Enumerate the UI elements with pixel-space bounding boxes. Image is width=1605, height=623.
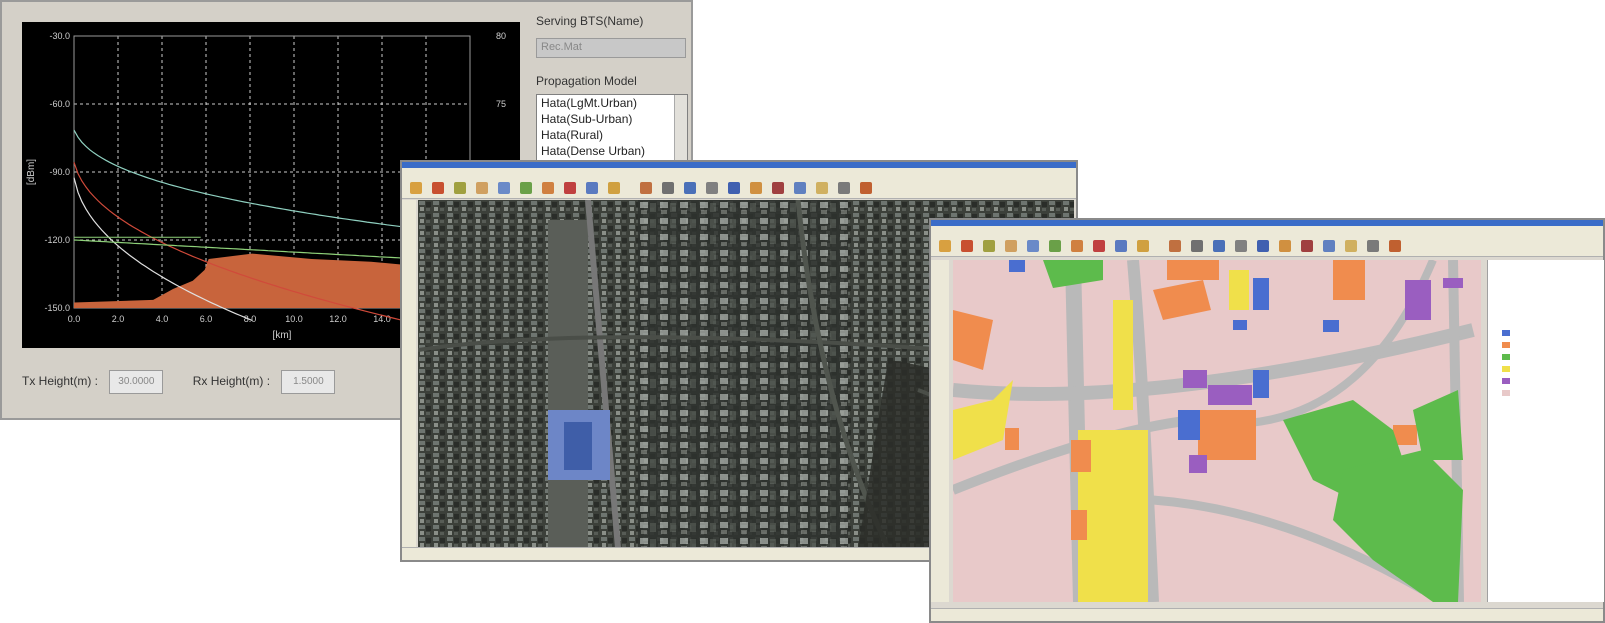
tool-icon[interactable] xyxy=(608,182,620,194)
tool-icon[interactable] xyxy=(542,182,554,194)
legend-swatch xyxy=(1502,330,1510,336)
open-icon[interactable] xyxy=(410,182,422,194)
tool-icon[interactable] xyxy=(1367,240,1379,252)
legend-swatch xyxy=(1502,378,1510,384)
open-icon[interactable] xyxy=(939,240,951,252)
legend-swatch xyxy=(1502,354,1510,360)
x-tick-label: 4.0 xyxy=(156,314,169,324)
tool-icon[interactable] xyxy=(684,182,696,194)
tool-icon[interactable] xyxy=(816,182,828,194)
tool-icon[interactable] xyxy=(772,182,784,194)
right-panel: Serving BTS(Name) Rec.Mat Propagation Mo… xyxy=(536,14,686,88)
tool-icon[interactable] xyxy=(1005,240,1017,252)
y2-tick-label: 75 xyxy=(496,99,506,109)
x-tick-label: 10.0 xyxy=(285,314,303,324)
tool-icon[interactable] xyxy=(564,182,576,194)
tool-icon[interactable] xyxy=(476,182,488,194)
menu-bar[interactable] xyxy=(402,168,1076,178)
tool-icon[interactable] xyxy=(794,182,806,194)
x-tick-label: 12.0 xyxy=(329,314,347,324)
list-scrollbar[interactable] xyxy=(674,95,687,163)
y-tick-label: -150.0 xyxy=(44,303,70,313)
list-item[interactable]: Hata(LgMt.Urban) xyxy=(537,95,687,111)
height-row: Tx Height(m) : 30.0000 Rx Height(m) : 1.… xyxy=(22,370,361,394)
tool-icon[interactable] xyxy=(1213,240,1225,252)
tool-icon[interactable] xyxy=(1279,240,1291,252)
tool-icon[interactable] xyxy=(1345,240,1357,252)
tx-height-label: Tx Height(m) : xyxy=(22,374,99,389)
list-item[interactable]: Hata(Dense Urban) xyxy=(537,143,687,159)
tool-icon[interactable] xyxy=(1115,240,1127,252)
y-tick-label: -30.0 xyxy=(49,31,70,41)
tool-icon[interactable] xyxy=(640,182,652,194)
landuse-svg xyxy=(953,260,1481,602)
tx-height-field[interactable]: 30.0000 xyxy=(109,370,164,394)
x-tick-label: 6.0 xyxy=(200,314,213,324)
tool-icon[interactable] xyxy=(860,182,872,194)
tool-icon[interactable] xyxy=(1049,240,1061,252)
tool-icon[interactable] xyxy=(1027,240,1039,252)
tool-icon[interactable] xyxy=(1137,240,1149,252)
y-axis-label: [dBm] xyxy=(26,159,37,185)
tool-icon[interactable] xyxy=(520,182,532,194)
landuse-window xyxy=(929,218,1605,623)
tool-icon[interactable] xyxy=(728,182,740,194)
y-tick-label: -60.0 xyxy=(49,99,70,109)
rx-height-label: Rx Height(m) : xyxy=(192,374,271,389)
tool-icon[interactable] xyxy=(498,182,510,194)
tool-icon[interactable] xyxy=(1071,240,1083,252)
tool-icon[interactable] xyxy=(586,182,598,194)
side-toolbar xyxy=(931,260,949,602)
toolbar xyxy=(402,178,1076,199)
tool-icon[interactable] xyxy=(838,182,850,194)
y-tick-label: -120.0 xyxy=(44,235,70,245)
toolbar xyxy=(931,236,1603,257)
tool-icon[interactable] xyxy=(961,240,973,252)
tool-icon[interactable] xyxy=(1169,240,1181,252)
x-tick-label: 0.0 xyxy=(68,314,81,324)
layer-legend[interactable] xyxy=(1487,260,1604,602)
legend-swatch xyxy=(1502,390,1510,396)
rx-height-field[interactable]: 1.5000 xyxy=(281,370,336,394)
y-tick-label: -90.0 xyxy=(49,167,70,177)
tool-icon[interactable] xyxy=(1093,240,1105,252)
tool-icon[interactable] xyxy=(1323,240,1335,252)
serving-bts-label: Serving BTS(Name) xyxy=(536,14,644,28)
tool-icon[interactable] xyxy=(1191,240,1203,252)
tool-icon[interactable] xyxy=(706,182,718,194)
list-item[interactable]: Hata(Rural) xyxy=(537,127,687,143)
propagation-model-list[interactable]: Hata(LgMt.Urban) Hata(Sub-Urban) Hata(Ru… xyxy=(536,94,688,164)
tool-icon[interactable] xyxy=(983,240,995,252)
legend-swatch xyxy=(1502,342,1510,348)
tool-icon[interactable] xyxy=(432,182,444,194)
y2-tick-label: 80 xyxy=(496,31,506,41)
menu-bar[interactable] xyxy=(931,226,1603,236)
tool-icon[interactable] xyxy=(662,182,674,194)
list-item[interactable]: Hata(Sub-Urban) xyxy=(537,111,687,127)
side-toolbar xyxy=(402,200,416,548)
tool-icon[interactable] xyxy=(1389,240,1401,252)
propagation-model-label: Propagation Model xyxy=(536,74,637,88)
landuse-map[interactable] xyxy=(953,260,1481,602)
tool-icon[interactable] xyxy=(1257,240,1269,252)
status-bar xyxy=(931,608,1603,621)
tool-icon[interactable] xyxy=(750,182,762,194)
legend-swatch xyxy=(1502,366,1510,372)
x-tick-label: 2.0 xyxy=(112,314,125,324)
serving-bts-field[interactable]: Rec.Mat xyxy=(536,38,686,58)
tool-icon[interactable] xyxy=(1301,240,1313,252)
tool-icon[interactable] xyxy=(1235,240,1247,252)
tool-icon[interactable] xyxy=(454,182,466,194)
x-axis-label: [km] xyxy=(273,330,292,341)
